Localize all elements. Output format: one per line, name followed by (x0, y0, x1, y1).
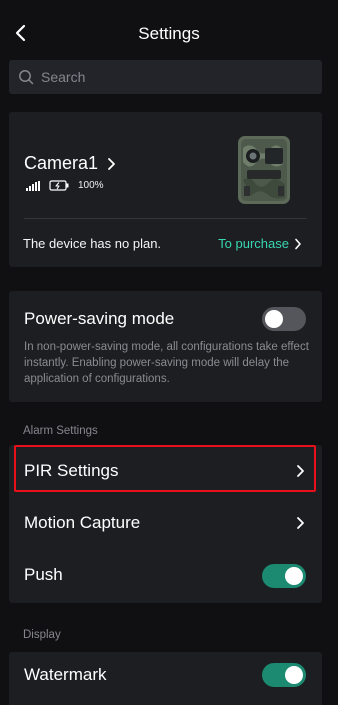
push-toggle[interactable] (262, 564, 306, 588)
device-name: Camera1 (24, 153, 99, 173)
device-card: Camera1 100% The device has no plan. To … (9, 112, 322, 267)
power-saving-description: In non-power-saving mode, all configurat… (24, 341, 309, 385)
power-saving-card: Power-saving mode In non-power-saving mo… (9, 291, 322, 402)
plan-status-text: The device has no plan. (23, 236, 162, 251)
battery-percent: 100% (78, 180, 104, 191)
push-label: Push (24, 565, 63, 584)
toggle-knob (285, 666, 303, 684)
watermark-row: Watermark (9, 652, 322, 698)
signal-icon (26, 180, 40, 191)
toggle-knob (285, 567, 303, 585)
device-name-link[interactable]: Camera1 (24, 153, 116, 174)
trail-camera-image (238, 136, 290, 204)
pir-settings-row[interactable]: PIR Settings (9, 445, 322, 497)
purchase-label: To purchase (218, 236, 289, 251)
push-row: Push (9, 549, 322, 601)
divider (24, 218, 307, 219)
power-saving-toggle[interactable] (262, 307, 306, 331)
chevron-right-icon (297, 517, 304, 529)
alarm-settings-card: PIR Settings Motion Capture Push (9, 445, 322, 603)
watermark-toggle[interactable] (262, 663, 306, 687)
chevron-right-icon (295, 238, 301, 249)
pir-settings-label: PIR Settings (24, 461, 119, 480)
chevron-right-icon (297, 465, 304, 477)
battery-charging-icon (49, 180, 69, 191)
chevron-right-icon (108, 157, 115, 170)
page-title: Settings (138, 24, 200, 43)
section-label-alarm: Alarm Settings (23, 425, 98, 437)
header-bar: Settings (0, 0, 338, 60)
toggle-knob (265, 310, 283, 328)
section-label-display: Display (23, 629, 61, 641)
search-icon (19, 70, 34, 85)
search-bar[interactable] (9, 60, 322, 94)
watermark-label: Watermark (24, 665, 107, 684)
power-saving-label: Power-saving mode (24, 309, 175, 328)
display-settings-card: Watermark (9, 652, 322, 705)
device-status: 100% (26, 180, 104, 191)
purchase-link[interactable]: To purchase (218, 236, 302, 251)
motion-capture-label: Motion Capture (24, 513, 141, 532)
motion-capture-row[interactable]: Motion Capture (9, 497, 322, 549)
search-input[interactable] (41, 69, 301, 85)
